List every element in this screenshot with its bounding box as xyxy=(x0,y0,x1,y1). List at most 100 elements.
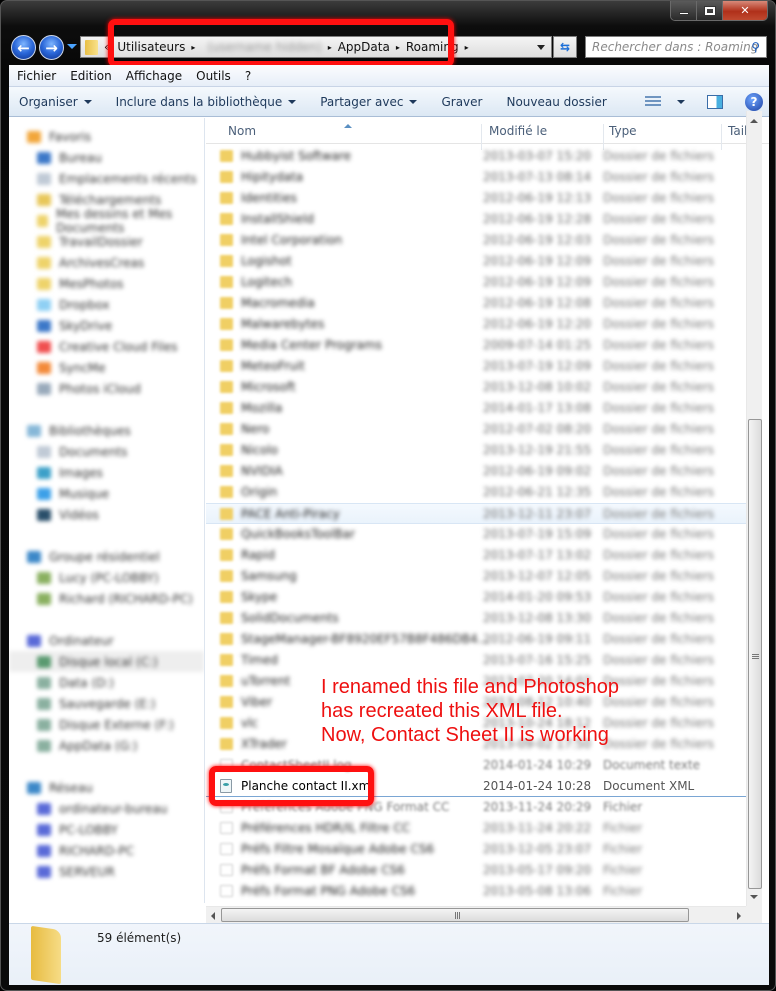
file-row[interactable]: PACE Anti-Piracy 2013-12-11 23:07 Dossie… xyxy=(206,503,746,524)
address-dropdown-icon[interactable] xyxy=(537,45,545,50)
sidebar-item[interactable]: Mes dessins et Mes Documents xyxy=(9,207,204,235)
menu-fichier[interactable]: Fichier xyxy=(17,69,56,83)
file-row[interactable]: QuickBooksToolBar 2013-07-19 15:09 Dossi… xyxy=(206,524,746,545)
vertical-scrollbar[interactable] xyxy=(746,111,762,907)
column-name[interactable]: Nom xyxy=(228,124,256,138)
forward-button[interactable]: → xyxy=(39,35,64,60)
sidebar-section-header[interactable]: Bibliothèques xyxy=(9,420,204,441)
sidebar-item[interactable]: Dropbox xyxy=(9,294,204,315)
sidebar-item[interactable]: Musique xyxy=(9,483,204,504)
sidebar-item[interactable]: Lucy (PC-LOBBY) xyxy=(9,567,204,588)
file-row[interactable]: MeteoFruit 2013-07-19 12:09 Dossier de f… xyxy=(206,356,746,377)
new-folder-button[interactable]: Nouveau dossier xyxy=(506,95,606,109)
sidebar-item[interactable]: Bureau xyxy=(9,147,204,168)
sidebar-item[interactable]: Vidéos xyxy=(9,504,204,525)
minimize-button[interactable] xyxy=(671,1,697,20)
horizontal-scroll-thumb[interactable] xyxy=(221,908,689,922)
sidebar-item[interactable]: Creative Cloud Files xyxy=(9,336,204,357)
file-row[interactable]: Media Center Programs 2009-07-14 01:25 D… xyxy=(206,335,746,356)
sidebar-section-header[interactable]: Ordinateur xyxy=(9,630,204,651)
sidebar-item[interactable]: ordinateur-bureau xyxy=(9,798,204,819)
file-row[interactable]: Skype 2014-01-20 09:53 Dossier de fichie… xyxy=(206,587,746,608)
horizontal-scrollbar[interactable] xyxy=(206,906,746,923)
sidebar-section-header[interactable]: Groupe résidentiel xyxy=(9,546,204,567)
view-options-dropdown-icon[interactable] xyxy=(677,100,685,104)
search-input[interactable]: Rechercher dans : Roaming ⚲ xyxy=(585,36,767,58)
file-row[interactable]: Mozilla 2014-01-17 13:08 Dossier de fich… xyxy=(206,398,746,419)
sidebar-item[interactable]: Disque Externe (F:) xyxy=(9,714,204,735)
preview-pane-icon[interactable] xyxy=(707,95,723,109)
scroll-up-icon[interactable] xyxy=(750,119,758,123)
burn-button[interactable]: Graver xyxy=(441,95,482,109)
file-row[interactable]: Nero 2012-07-02 08:20 Dossier de fichier… xyxy=(206,419,746,440)
sidebar-item[interactable]: Data (D:) xyxy=(9,672,204,693)
file-row[interactable]: Hubbyist Software 2013-03-07 15:20 Dossi… xyxy=(206,146,746,167)
include-library-button[interactable]: Inclure dans la bibliothèque xyxy=(116,95,297,109)
column-headers: Nom Modifié le Type Taille xyxy=(206,118,769,150)
file-row[interactable]: Identities 2012-06-19 12:13 Dossier de f… xyxy=(206,188,746,209)
sidebar-item[interactable]: AppData (G:) xyxy=(9,735,204,756)
file-row[interactable]: Macromedia 2012-06-19 12:08 Dossier de f… xyxy=(206,293,746,314)
scroll-down-icon[interactable] xyxy=(750,895,758,899)
file-row[interactable]: InstallShield 2012-06-19 12:28 Dossier d… xyxy=(206,209,746,230)
scroll-right-icon[interactable] xyxy=(737,912,741,920)
sidebar-item[interactable]: SkyDrive xyxy=(9,315,204,336)
sidebar-item[interactable]: PC-LOBBY xyxy=(9,819,204,840)
file-row[interactable]: Timed 2013-07-16 15:25 Dossier de fichie… xyxy=(206,650,746,671)
file-row[interactable]: Hipitydata 2013-07-13 08:14 Dossier de f… xyxy=(206,167,746,188)
file-row[interactable]: Samsung 2013-12-07 12:05 Dossier de fich… xyxy=(206,566,746,587)
file-row[interactable]: Origin 2012-06-21 12:35 Dossier de fichi… xyxy=(206,482,746,503)
menu-help[interactable]: ? xyxy=(245,69,251,83)
menu-affichage[interactable]: Affichage xyxy=(126,69,182,83)
file-row[interactable]: Logitech 2012-06-19 12:09 Dossier de fic… xyxy=(206,272,746,293)
file-row[interactable]: Rapid 2013-07-17 13:02 Dossier de fichie… xyxy=(206,545,746,566)
share-button[interactable]: Partager avec xyxy=(320,95,418,109)
sidebar-item[interactable]: Photos iCloud xyxy=(9,378,204,399)
file-row[interactable]: SolidDocuments 2013-12-08 13:30 Dossier … xyxy=(206,608,746,629)
organiser-button[interactable]: Organiser xyxy=(19,95,92,109)
refresh-button[interactable]: ⇆ xyxy=(553,36,577,58)
maximize-button[interactable] xyxy=(697,1,723,20)
menu-edition[interactable]: Edition xyxy=(70,69,112,83)
sidebar-item-label: Sauvegarde (E:) xyxy=(59,696,156,711)
sidebar-item[interactable]: SERVEUR xyxy=(9,861,204,882)
sidebar-item[interactable]: TravailDossier xyxy=(9,231,204,252)
sidebar-item[interactable]: RICHARD-PC xyxy=(9,840,204,861)
help-icon[interactable]: ? xyxy=(745,93,763,111)
breadcrumb-chevron-icon[interactable]: ▸ xyxy=(465,43,469,52)
sidebar-section-header[interactable]: Réseau xyxy=(9,777,204,798)
close-button[interactable]: ✕ xyxy=(723,1,767,20)
column-modified[interactable]: Modifié le xyxy=(489,124,547,138)
sidebar-section-header[interactable]: Favoris xyxy=(9,126,204,147)
file-row[interactable]: Préfs Format BF Adobe CS6 2013-05-17 09:… xyxy=(206,860,746,881)
sidebar-item[interactable]: Emplacements récents xyxy=(9,168,204,189)
file-row[interactable]: Microsoft 2013-12-08 10:02 Dossier de fi… xyxy=(206,377,746,398)
file-row[interactable]: Malwarebytes 2012-06-19 12:20 Dossier de… xyxy=(206,314,746,335)
file-row[interactable]: Nicolo 2013-12-19 21:55 Dossier de fichi… xyxy=(206,440,746,461)
back-button[interactable]: ← xyxy=(11,35,36,60)
search-icon[interactable]: ⚲ xyxy=(751,40,760,54)
vertical-scroll-thumb[interactable] xyxy=(748,419,762,889)
sidebar-item[interactable]: SyncMe xyxy=(9,357,204,378)
sidebar-item[interactable]: MesPhotos xyxy=(9,273,204,294)
sidebar-item[interactable]: Sauvegarde (E:) xyxy=(9,693,204,714)
history-dropdown-icon[interactable] xyxy=(67,44,77,49)
sidebar-item[interactable]: Disque local (C:) xyxy=(9,651,204,672)
file-row[interactable]: Préférences HDR/IL Filtre CC 2013-11-24 … xyxy=(206,818,746,839)
scroll-left-icon[interactable] xyxy=(211,912,215,920)
file-row[interactable]: NVIDIA 2012-06-19 09:02 Dossier de fichi… xyxy=(206,461,746,482)
file-row[interactable]: Préfs Filtre Mosaïque Adobe CS6 2013-12-… xyxy=(206,839,746,860)
file-row[interactable]: Logishot 2012-06-19 12:09 Dossier de fic… xyxy=(206,251,746,272)
view-details-icon[interactable] xyxy=(645,96,661,108)
menu-outils[interactable]: Outils xyxy=(196,69,231,83)
file-row[interactable]: Intel Corporation 2012-06-19 12:03 Dossi… xyxy=(206,230,746,251)
sidebar-item[interactable]: ArchivesCreas xyxy=(9,252,204,273)
sidebar-item[interactable]: Documents xyxy=(9,441,204,462)
file-row[interactable]: Préfs Format PNG Adobe CS6 2013-05-08 13… xyxy=(206,881,746,902)
column-type[interactable]: Type xyxy=(609,124,637,138)
sidebar-item[interactable]: Richard (RICHARD-PC) xyxy=(9,588,204,609)
file-row[interactable]: StageManager-BF8920EF57B8F486DB4… 2012-0… xyxy=(206,629,746,650)
file-modified: 2013-11-24 20:29 xyxy=(483,800,592,814)
file-modified: 2012-06-19 12:28 xyxy=(483,212,592,226)
sidebar-item[interactable]: Images xyxy=(9,462,204,483)
